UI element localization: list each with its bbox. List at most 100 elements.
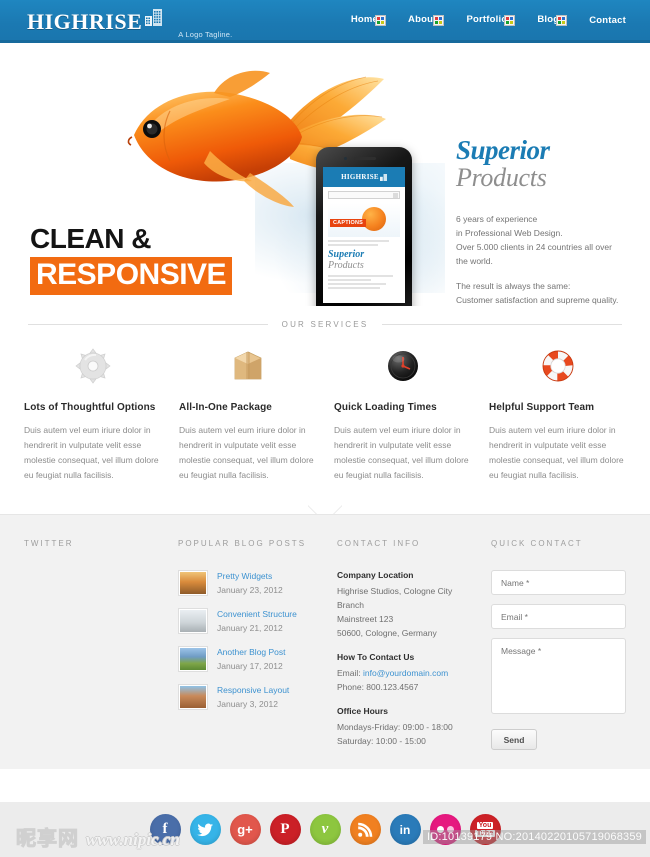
location-line-3: 50600, Cologne, Germany <box>337 628 437 638</box>
site-logo[interactable]: HIGHRISE <box>27 7 164 33</box>
divider-line-right <box>382 324 622 325</box>
blog-thumbnail <box>178 646 208 672</box>
divider-line-left <box>28 324 268 325</box>
pinterest-icon[interactable]: P <box>269 814 301 845</box>
service-card-loading: Quick Loading Times Duis autem vel eum i… <box>334 344 471 483</box>
footer-column-contact: CONTACT INFO Company Location Highrise S… <box>337 539 477 769</box>
phone-line: Phone: 800.123.4567 <box>337 682 419 692</box>
phone-camera-icon <box>344 157 347 160</box>
clock-icon <box>334 344 471 388</box>
howto-heading: How To Contact Us <box>337 652 415 662</box>
blog-thumbnail <box>178 608 208 634</box>
service-body: Duis autem vel eum iriure dolor in hendr… <box>489 425 624 480</box>
contact-howto-group: How To Contact Us Email: info@yourdomain… <box>337 652 477 694</box>
site-footer: TWITTER POPULAR BLOG POSTS Pretty Widget… <box>0 514 650 769</box>
blog-post-title[interactable]: Convenient Structure <box>217 608 297 620</box>
location-heading: Company Location <box>337 570 414 580</box>
gear-icon <box>24 344 161 388</box>
broken-image-icon <box>556 15 568 26</box>
blog-thumbnail <box>178 684 208 710</box>
email-line: Email: info@yourdomain.com <box>337 666 477 680</box>
location-line-2: Mainstreet 123 <box>337 614 394 624</box>
contact-hours-group: Office Hours Mondays-Friday: 09:00 - 18:… <box>337 706 477 748</box>
phone-screen: HIGHRISE CAPTIONS Superior Products <box>323 167 405 303</box>
vimeo-icon[interactable]: v <box>309 814 341 845</box>
linkedin-icon[interactable]: in <box>389 814 421 845</box>
hours-line-2: Saturday: 10:00 - 15:00 <box>337 736 426 746</box>
hero-paragraph-1: 6 years of experience in Professional We… <box>456 214 612 266</box>
quick-contact-heading: QUICK CONTACT <box>491 539 583 548</box>
service-title: Helpful Support Team <box>489 402 595 413</box>
mini-text-placeholder <box>328 240 400 246</box>
nav-item-home[interactable]: Home <box>351 14 388 26</box>
blog-post-date: January 17, 2012 <box>217 661 283 671</box>
hours-line-1: Mondays-Friday: 09:00 - 18:00 <box>337 722 453 732</box>
mini-banner: CAPTIONS <box>328 203 400 237</box>
hours-heading: Office Hours <box>337 706 389 716</box>
nav-item-contact[interactable]: Contact <box>589 15 628 26</box>
phone-speaker <box>354 157 376 160</box>
service-card-options: Lots of Thoughtful Options Duis autem ve… <box>24 344 161 483</box>
logo-tagline: A Logo Tagline. <box>178 30 233 39</box>
list-item[interactable]: Another Blog Post January 17, 2012 <box>178 646 323 672</box>
mini-banner-label: CAPTIONS <box>330 219 367 227</box>
service-body: Duis autem vel eum iriure dolor in hendr… <box>334 425 469 480</box>
list-item[interactable]: Convenient Structure January 21, 2012 <box>178 608 323 634</box>
facebook-icon[interactable]: f <box>149 814 181 845</box>
nav-label-about: About <box>408 14 437 25</box>
footer-column-blog: POPULAR BLOG POSTS Pretty Widgets Januar… <box>178 539 323 769</box>
hero-right-panel: Superior Products 6 years of experience … <box>456 135 626 306</box>
blog-thumbnail <box>178 570 208 596</box>
broken-image-icon <box>375 15 387 26</box>
services-grid: Lots of Thoughtful Options Duis autem ve… <box>24 344 626 483</box>
site-header: HIGHRISE A Logo Tagline. Home About Port… <box>0 0 650 43</box>
mini-title-superior: Superior <box>328 249 365 260</box>
blog-post-title[interactable]: Responsive Layout <box>217 684 289 696</box>
mini-logo-text: HIGHRISE <box>341 173 379 181</box>
service-body: Duis autem vel eum iriure dolor in hendr… <box>179 425 314 480</box>
mini-building-icon <box>379 173 387 181</box>
hero-title-superior: Superior <box>456 135 550 165</box>
blog-post-date: January 21, 2012 <box>217 623 283 633</box>
watermark-id: ID:10139179 NO:20140220105719068359 <box>423 830 646 844</box>
send-button[interactable]: Send <box>491 729 537 750</box>
list-item[interactable]: Pretty Widgets January 23, 2012 <box>178 570 323 596</box>
rss-icon[interactable] <box>349 814 381 845</box>
hero-slider: HIGHRISE CAPTIONS Superior Products CLEA… <box>0 43 650 306</box>
mini-site-header: HIGHRISE <box>323 167 405 187</box>
nav-label-home: Home <box>350 14 379 25</box>
life-ring-icon <box>489 344 626 388</box>
list-item[interactable]: Responsive Layout January 3, 2012 <box>178 684 323 710</box>
google-plus-icon[interactable]: g+ <box>229 814 261 845</box>
hero-title-products: Products <box>456 163 547 192</box>
nav-item-about[interactable]: About <box>408 14 446 26</box>
message-field[interactable] <box>491 638 626 714</box>
blog-post-date: January 23, 2012 <box>217 585 283 595</box>
service-body: Duis autem vel eum iriure dolor in hendr… <box>24 425 159 480</box>
email-link[interactable]: info@yourdomain.com <box>363 668 448 678</box>
logo-text: HIGHRISE <box>27 9 143 34</box>
broken-image-icon <box>433 15 445 26</box>
twitter-icon[interactable] <box>189 814 221 845</box>
broken-image-icon <box>504 15 516 26</box>
hero-paragraph-2: The result is always the same: Customer … <box>456 281 619 305</box>
phone-mockup: HIGHRISE CAPTIONS Superior Products <box>316 147 412 306</box>
box-icon <box>179 344 316 388</box>
service-title: Lots of Thoughtful Options <box>24 402 156 413</box>
nav-label-portfolio: Portfolio <box>466 14 508 25</box>
nav-item-blog[interactable]: Blog <box>537 14 569 26</box>
footer-column-quick-contact: QUICK CONTACT Send <box>491 539 626 769</box>
blog-post-title[interactable]: Pretty Widgets <box>217 570 283 582</box>
mini-nav-bar <box>328 191 400 199</box>
service-card-support: Helpful Support Team Duis autem vel eum … <box>489 344 626 483</box>
mini-text-placeholder-2 <box>328 275 400 289</box>
footer-column-twitter: TWITTER <box>24 539 164 769</box>
blog-post-title[interactable]: Another Blog Post <box>217 646 286 658</box>
twitter-heading: TWITTER <box>24 539 74 548</box>
services-section-label: OUR SERVICES <box>281 320 369 329</box>
nav-item-portfolio[interactable]: Portfolio <box>466 14 517 26</box>
name-field[interactable] <box>491 570 626 595</box>
hero-headline-top: CLEAN & <box>30 223 151 254</box>
service-card-package: All-In-One Package Duis autem vel eum ir… <box>179 344 316 483</box>
email-field[interactable] <box>491 604 626 629</box>
